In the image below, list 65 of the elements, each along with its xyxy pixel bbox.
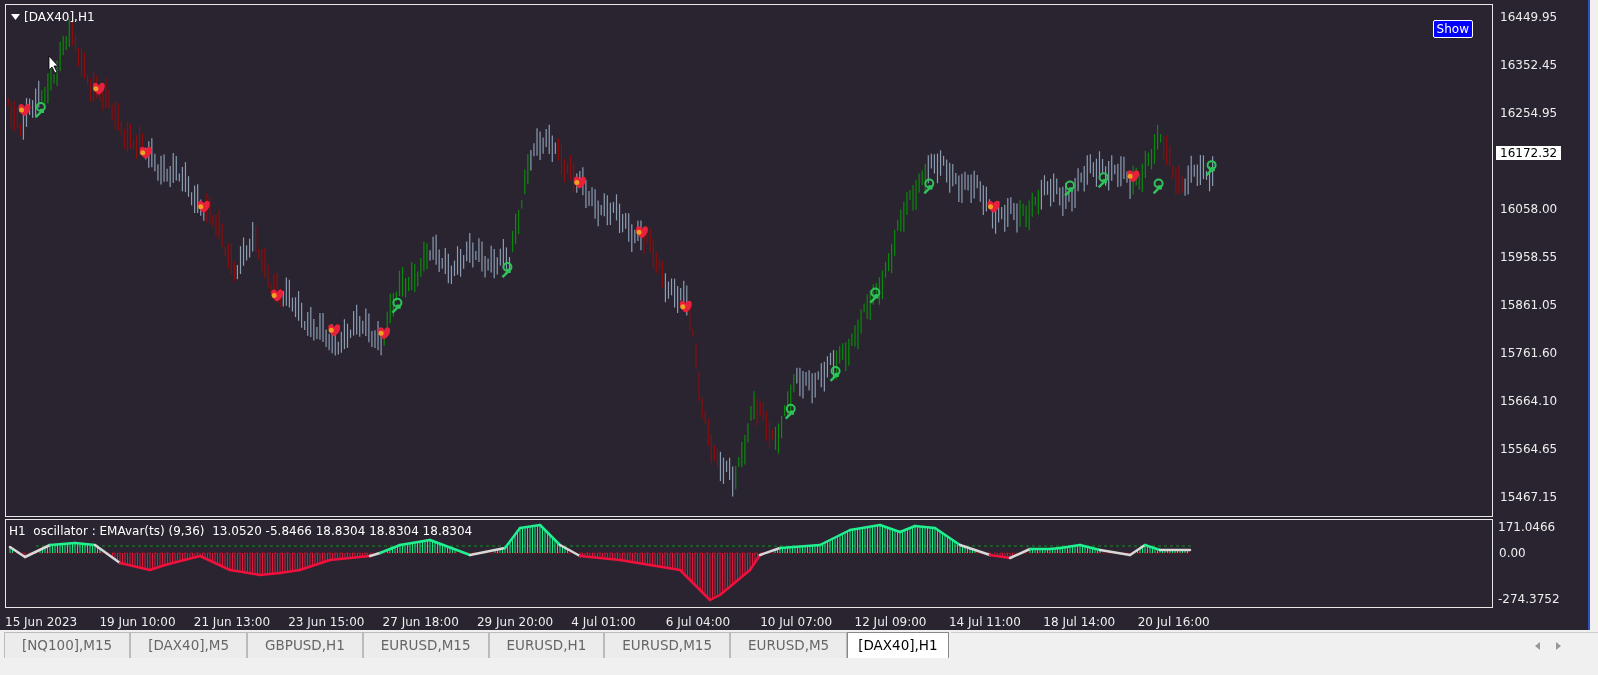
signal-marker-icon [18,104,31,117]
axis-label: 15 Jun 2023 [5,615,78,629]
signal-marker-icon [635,226,648,239]
signal-marker-icon [328,324,341,337]
cursor-icon [48,55,59,74]
chart-tab[interactable]: EURUSD,M15 [362,632,489,658]
axis-label: 0.00 [1499,546,1526,560]
signal-marker-icon [378,327,391,340]
signal-marker-icon [679,300,692,313]
scroll-left-icon[interactable] [1534,640,1541,651]
axis-label: 14 Jul 11:00 [948,615,1021,629]
axis-label: 15664.10 [1500,394,1558,408]
scroll-right-icon[interactable] [1555,640,1562,651]
chart-title: [DAX40],H1 [24,9,95,26]
chart-tab[interactable]: GBPUSD,H1 [247,632,363,658]
axis-label: 21 Jun 13:00 [193,615,270,629]
chart-tab[interactable]: EURUSD,M15 [604,632,730,658]
arrow-icon [829,365,841,383]
arrow-icon [869,287,881,304]
arrow-icon [34,102,46,119]
chart-tab[interactable]: EURUSD,M5 [730,632,848,658]
axis-label: 16352.45 [1500,58,1558,72]
axis-label: 15564.65 [1500,442,1558,456]
axis-label: 23 Jun 15:00 [288,615,365,629]
arrow-icon [923,178,935,195]
signal-marker-icon [197,200,210,213]
axis-label: 15958.55 [1500,250,1558,264]
signal-marker-icon [573,176,586,189]
axis-label: 27 Jun 18:00 [382,615,459,629]
signal-marker-icon [987,200,1000,213]
axis-label: 19 Jun 10:00 [99,615,176,629]
axis-label: 16058.00 [1500,202,1558,216]
axis-label: 18 Jul 14:00 [1043,615,1116,629]
axis-label: 16254.95 [1500,106,1558,120]
axis-label: 20 Jul 16:00 [1137,615,1210,629]
show-button[interactable]: Show [1432,20,1473,38]
arrow-icon [1097,172,1109,189]
axis-label: 15761.60 [1500,346,1558,360]
indicator-label: H1 oscillator : EMAvar(ts) (9,36) 13.0520 -5.8466 18.8304 18.8304 18.8304 [9,523,473,540]
arrow-icon [1063,180,1075,197]
axis-label: 16449.95 [1500,10,1558,24]
signal-marker-icon [271,289,284,302]
arrow-icon [784,403,796,420]
arrow-icon [1205,160,1217,177]
axis-label: -274.3752 [1498,592,1560,606]
axis-label: 10 Jul 07:00 [760,615,833,629]
dropdown-icon[interactable] [11,14,20,20]
arrow-icon [501,262,513,279]
chart-tab[interactable]: EURUSD,H1 [488,632,605,658]
axis-label: 6 Jul 04:00 [665,615,731,629]
signal-marker-icon [139,146,152,159]
axis-label: 29 Jun 20:00 [476,615,554,629]
price-label: 16172.32 [1496,146,1562,160]
arrow-icon [391,297,403,314]
signal-marker-icon [1127,170,1140,183]
axis-label: 4 Jul 01:00 [571,615,636,629]
axis-label: 15861.05 [1500,298,1558,312]
axis-label: 15467.15 [1500,490,1558,504]
chart-tab[interactable]: [DAX40],H1 [847,632,949,658]
chart-tab[interactable]: [NQ100],M15 [4,632,131,658]
axis-label: 12 Jul 09:00 [854,615,927,629]
axis-label: 171.0466 [1498,520,1556,534]
chart-tab[interactable]: [DAX40],M5 [130,632,248,658]
arrow-icon [1152,178,1164,195]
signal-marker-icon [92,82,105,95]
